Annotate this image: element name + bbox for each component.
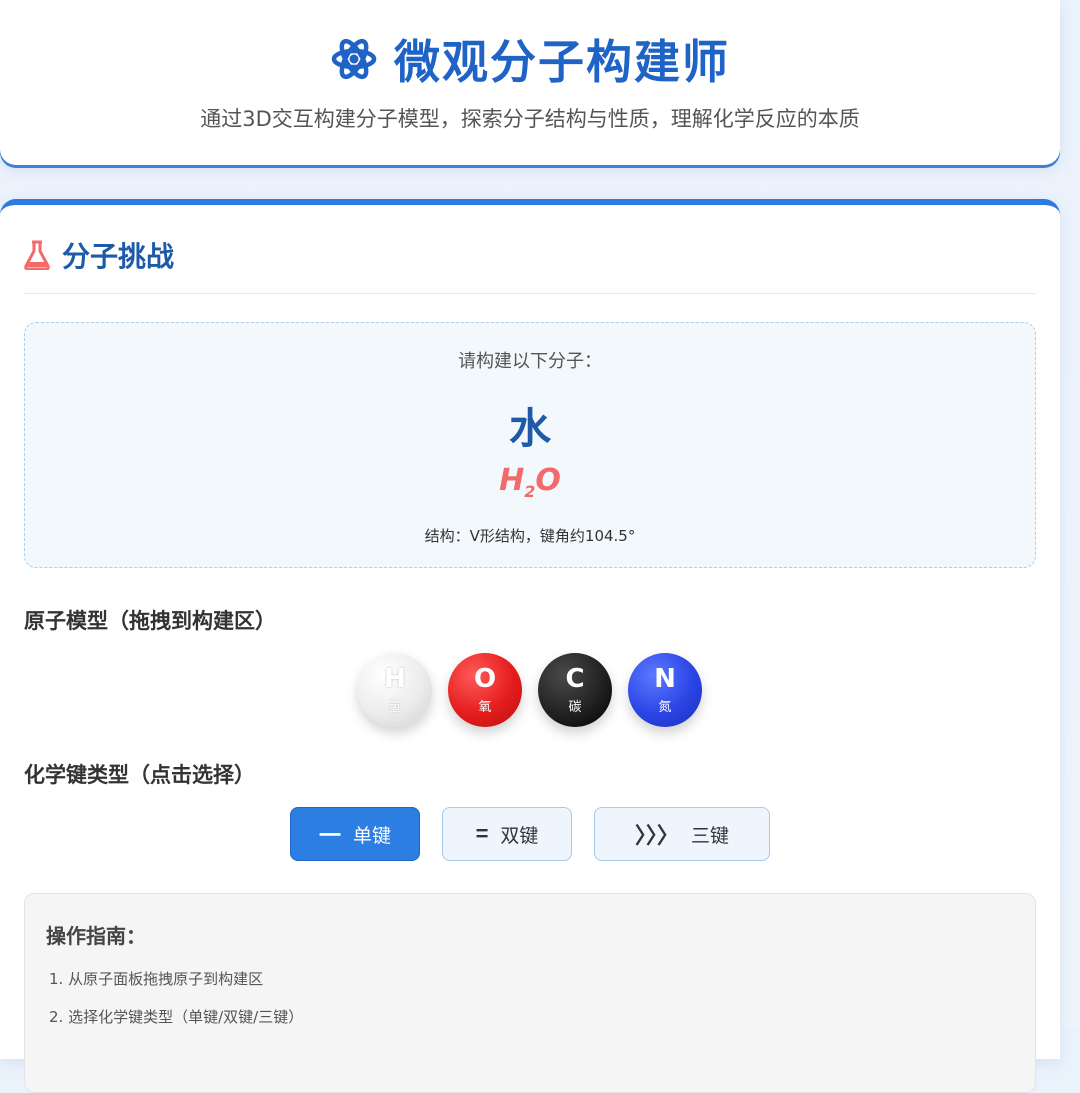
guide-step: 2. 选择化学键类型（单键/双键/三键） (49, 1008, 304, 1026)
bond-label: 单键 (353, 825, 392, 847)
guide-panel: 操作指南： 1. 从原子面板拖拽原子到构建区 2. 选择化学键类型（单键/双键/… (24, 893, 1036, 1093)
challenge-panel: 分子挑战 请构建以下分子： 水 H2O 结构：V形结构，键角约104.5° 原子… (0, 199, 1060, 1093)
challenge-prompt: 请构建以下分子： (458, 351, 602, 372)
triple-bond-icon: 〉〉〉 (634, 823, 679, 848)
molecule-structure: 结构：V形结构，键角约104.5° (424, 527, 636, 545)
formula-main: H (499, 463, 525, 498)
bonds-heading: 化学键类型（点击选择） (24, 763, 255, 787)
double-bond-icon: = (475, 821, 489, 846)
atom-symbol: H (384, 663, 406, 694)
formula-tail: O (535, 463, 561, 498)
atom-label: 碳 (568, 699, 582, 715)
formula-subscript: 2 (524, 482, 536, 501)
app-header: 微观分子构建师 通过3D交互构建分子模型，探索分子结构与性质，理解化学反应的本质 (0, 0, 1060, 165)
single-bond-button[interactable]: 一 单键 (290, 807, 420, 861)
atoms-heading: 原子模型（拖拽到构建区） (24, 609, 276, 633)
app-subtitle: 通过3D交互构建分子模型，探索分子结构与性质，理解化学反应的本质 (200, 107, 860, 131)
atom-palette: H 氢 O 氧 C 碳 N 氮 (0, 653, 1060, 727)
atom-nitrogen[interactable]: N 氮 (628, 653, 702, 727)
challenge-card: 请构建以下分子： 水 H2O 结构：V形结构，键角约104.5° (24, 322, 1036, 568)
atom-symbol: N (654, 663, 676, 694)
atom-label: 氧 (478, 699, 492, 715)
atom-label: 氢 (388, 699, 402, 715)
flask-icon (24, 240, 50, 271)
divider (24, 293, 1036, 294)
triple-bond-button[interactable]: 〉〉〉 三键 (594, 807, 770, 861)
app-title-row: 微观分子构建师 (0, 26, 1060, 92)
app-title: 微观分子构建师 (394, 35, 730, 89)
section-header: 分子挑战 (24, 235, 174, 275)
atom-oxygen[interactable]: O 氧 (448, 653, 522, 727)
guide-title: 操作指南： (46, 924, 146, 948)
molecule-formula: H2O (25, 463, 1035, 501)
bond-label: 三键 (691, 825, 730, 847)
atom-symbol: C (565, 663, 585, 694)
section-title: 分子挑战 (62, 240, 175, 273)
atom-icon (330, 35, 378, 83)
atom-carbon[interactable]: C 碳 (538, 653, 612, 727)
guide-step: 1. 从原子面板拖拽原子到构建区 (49, 970, 264, 988)
atom-hydrogen[interactable]: H 氢 (358, 653, 432, 727)
double-bond-button[interactable]: = 双键 (442, 807, 572, 861)
molecule-name: 水 (508, 404, 551, 453)
bond-label: 双键 (500, 825, 539, 847)
bond-selector: 一 单键 = 双键 〉〉〉 三键 (0, 807, 1060, 861)
atom-label: 氮 (658, 699, 672, 715)
atom-symbol: O (473, 663, 497, 694)
single-bond-icon: 一 (318, 823, 341, 848)
